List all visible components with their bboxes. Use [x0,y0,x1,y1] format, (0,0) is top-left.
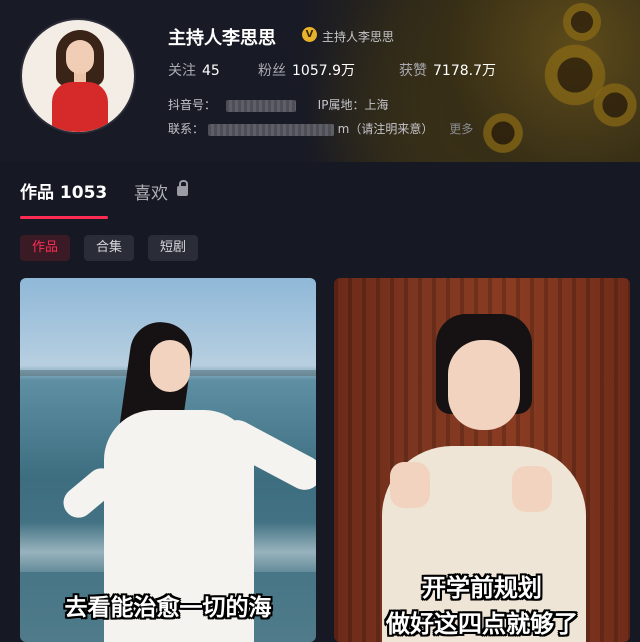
contact-redacted [207,123,334,136]
contact-label: 联系： [168,122,205,136]
video-card[interactable]: 去看能治愈一切的海 [20,278,316,642]
verified-text: 主持人李思思 [322,30,395,44]
avatar[interactable] [20,18,136,134]
ip-location: IP属地：上海 [317,98,389,112]
video-caption-line2: 做好这四点就够了 [386,610,578,638]
sunflower-decoration [590,80,640,130]
profile-header: 主持人李思思 V 主持人李思思 关注 45 粉丝 1057.9万 获赞 7178.7万… [0,0,640,162]
contact-suffix: m（请注明来意） [337,122,434,136]
active-tab-indicator [20,216,108,219]
lock-icon [177,180,188,196]
profile-name: 主持人李思思 [168,28,276,49]
tab-likes[interactable]: 喜欢 [134,179,168,204]
video-card[interactable]: 开学前规划 做好这四点就够了 [334,278,630,642]
sunflower-decoration [480,110,526,156]
douyin-id-row: 抖音号： IP属地：上海 [168,96,388,113]
contact-row: 联系： m（请注明来意） 更多 [168,120,473,137]
chip-collections[interactable]: 合集 [84,235,135,261]
sunflower-decoration [560,0,604,44]
video-caption-line1: 开学前规划 [422,574,542,602]
douyin-id-label: 抖音号： [168,98,217,112]
stat-following[interactable]: 关注 45 [168,60,220,80]
chip-works[interactable]: 作品 [20,235,71,261]
more-link[interactable]: 更多 [449,122,473,136]
douyin-id-redacted [225,99,296,112]
verified-badge-icon: V [302,27,317,42]
stat-likes[interactable]: 获赞 7178.7万 [399,60,496,80]
stat-followers[interactable]: 粉丝 1057.9万 [258,60,355,80]
chip-short-dramas[interactable]: 短剧 [148,235,199,261]
tab-works[interactable]: 作品 1053 [20,178,107,203]
video-caption: 去看能治愈一切的海 [64,595,272,621]
